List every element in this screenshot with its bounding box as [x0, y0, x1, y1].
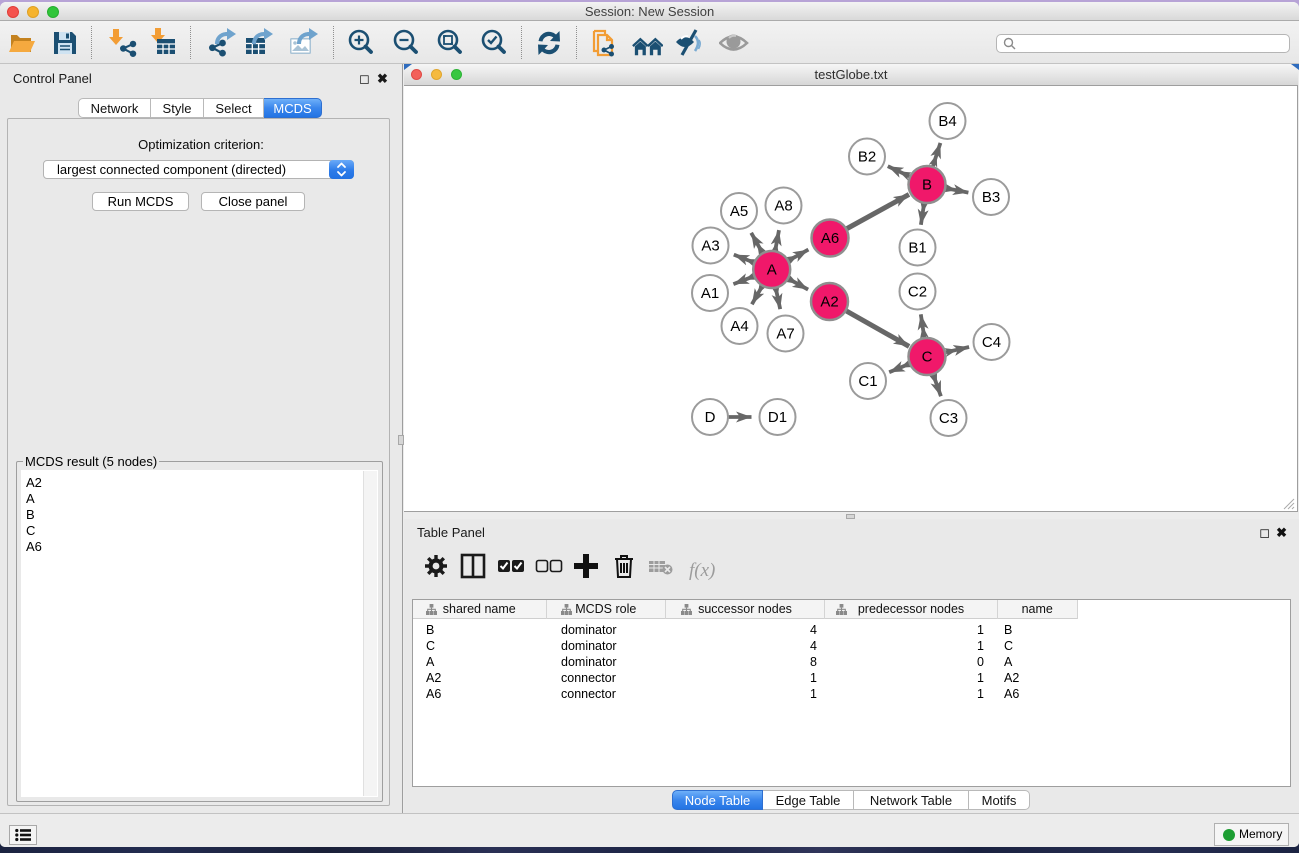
svg-text:A1: A1 — [701, 285, 719, 302]
svg-text:C1: C1 — [858, 373, 877, 390]
svg-text:A: A — [767, 262, 777, 279]
svg-text:C3: C3 — [939, 410, 958, 427]
svg-text:A6: A6 — [821, 230, 839, 247]
svg-text:B1: B1 — [908, 240, 926, 257]
svg-text:D1: D1 — [768, 409, 787, 426]
svg-text:B3: B3 — [982, 189, 1000, 206]
svg-text:A7: A7 — [776, 326, 794, 343]
svg-text:C2: C2 — [908, 284, 927, 301]
svg-text:A8: A8 — [774, 198, 792, 215]
svg-text:B4: B4 — [938, 113, 956, 130]
svg-text:C4: C4 — [982, 334, 1001, 351]
svg-text:B2: B2 — [858, 149, 876, 166]
svg-text:A4: A4 — [730, 318, 748, 335]
svg-text:A5: A5 — [730, 203, 748, 220]
svg-text:B: B — [922, 177, 932, 194]
svg-text:D: D — [705, 409, 716, 426]
svg-text:C: C — [922, 349, 933, 366]
svg-text:A3: A3 — [701, 238, 719, 255]
svg-text:A2: A2 — [820, 294, 838, 311]
